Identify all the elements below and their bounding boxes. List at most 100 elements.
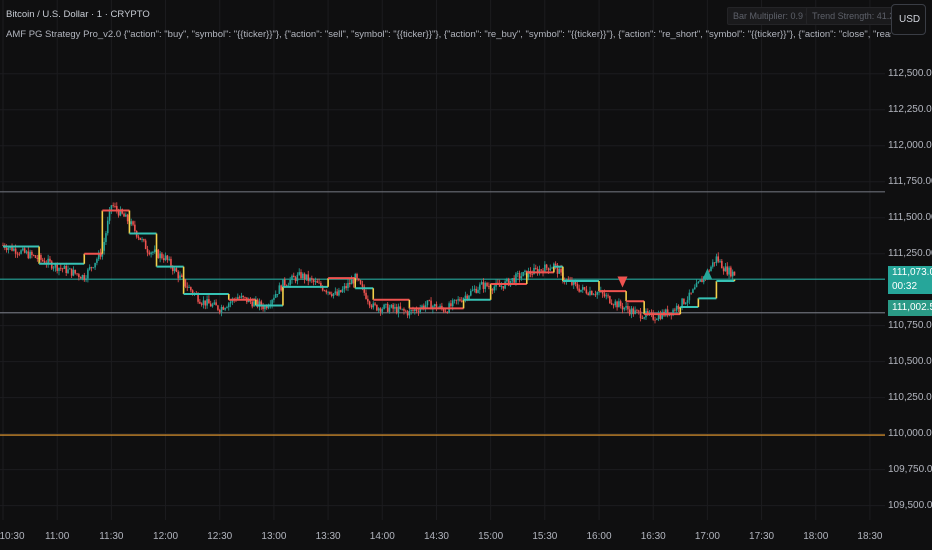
candle-body: [141, 239, 143, 240]
candle-body: [511, 278, 514, 281]
candle-body: [199, 301, 201, 304]
price-axis-label: 111,250.00: [888, 247, 932, 259]
candle-body: [455, 299, 458, 301]
candle-body: [628, 309, 631, 315]
candle-body: [164, 255, 167, 261]
price-axis-label: 111,750.00: [888, 175, 932, 187]
candle-body: [486, 282, 488, 287]
candle-body: [394, 306, 396, 309]
candle-body: [690, 292, 692, 294]
candle-body: [130, 221, 133, 225]
candle-body: [329, 291, 331, 295]
time-axis-label: 11:00: [45, 531, 70, 542]
last-price-tag: 111,073.06: [888, 266, 932, 280]
candle-body: [612, 304, 615, 306]
candle-body: [726, 266, 729, 275]
candle-body: [581, 287, 584, 290]
candle-body: [348, 282, 351, 285]
time-axis-label: 18:30: [857, 531, 883, 542]
candle-body: [215, 302, 217, 306]
candle-body: [294, 277, 297, 282]
candle-body: [395, 306, 398, 314]
candle-body: [594, 294, 597, 296]
candle-body: [372, 303, 375, 308]
candle-body: [731, 271, 734, 277]
candle-body: [450, 303, 452, 307]
candle-body: [607, 295, 609, 297]
candle-body: [211, 304, 214, 307]
candle-body: [345, 286, 347, 289]
candle-body: [213, 302, 216, 305]
candle-body: [383, 304, 385, 309]
candle-body: [377, 308, 380, 311]
candle-body: [656, 319, 658, 321]
candle-body: [190, 287, 192, 291]
symbol-title[interactable]: Bitcoin / U.S. Dollar · 1 · CRYPTO: [6, 9, 150, 20]
candle-body: [473, 288, 476, 290]
candle-body: [359, 280, 362, 285]
candle-body: [610, 303, 613, 305]
time-axis-label: 12:00: [153, 531, 179, 542]
candle-body: [298, 272, 301, 275]
candle-body: [283, 279, 286, 286]
candle-body: [627, 306, 629, 310]
candle-body: [323, 290, 326, 292]
candle-body: [549, 268, 552, 271]
candle-body: [240, 295, 243, 298]
candle-body: [289, 279, 291, 285]
candle-body: [204, 300, 207, 306]
candle-body: [632, 308, 635, 315]
candle-body: [67, 269, 69, 274]
candle-body: [72, 269, 75, 276]
price-axis-label: 110,750.00: [888, 319, 932, 331]
candle-body: [484, 282, 487, 289]
candle-body: [479, 284, 481, 290]
strategy-legend[interactable]: AMF PG Strategy Pro_v2.0 {"action": "buy…: [6, 29, 891, 40]
candle-body: [292, 275, 295, 278]
currency-button[interactable]: USD: [891, 4, 926, 35]
candle-body: [367, 298, 369, 302]
candle-body: [314, 281, 317, 283]
candle-body: [50, 261, 53, 269]
candle-body: [325, 290, 328, 293]
candle-body: [444, 311, 447, 313]
candle-body: [61, 268, 64, 270]
candle-body: [88, 267, 91, 270]
candle-body: [654, 319, 656, 321]
candle-body: [477, 289, 479, 293]
candle-body: [516, 273, 519, 275]
candle-body: [123, 213, 125, 217]
candle-body: [715, 256, 718, 263]
candle-body: [58, 267, 60, 271]
candle-body: [589, 290, 591, 295]
candle-body: [296, 274, 299, 282]
candle-body: [170, 258, 172, 267]
candle-body: [547, 267, 550, 271]
candle-body: [639, 311, 642, 319]
chart-background: [0, 0, 932, 550]
price-chart[interactable]: [0, 0, 932, 550]
candle-body: [96, 259, 98, 263]
candle-body: [36, 257, 39, 259]
candle-body: [513, 278, 515, 283]
candle-body: [69, 268, 71, 270]
second-price-tag: 111,002.53: [888, 300, 932, 316]
candle-body: [641, 318, 644, 319]
candle-body: [471, 289, 474, 291]
candle-body: [157, 249, 160, 259]
candle-body: [634, 310, 636, 315]
candle-body: [85, 278, 87, 281]
candle-body: [583, 287, 586, 290]
candle-body: [439, 305, 441, 308]
candle-body: [358, 278, 360, 281]
candle-body: [137, 236, 140, 238]
candle-body: [114, 206, 116, 207]
candle-body: [614, 301, 617, 306]
candle-body: [309, 278, 311, 281]
candle-body: [728, 267, 730, 275]
price-axis-label: 112,250.00: [888, 103, 932, 115]
candle-body: [150, 252, 152, 255]
candle-body: [388, 307, 391, 312]
candle-body: [554, 263, 557, 266]
candle-body: [686, 300, 689, 303]
